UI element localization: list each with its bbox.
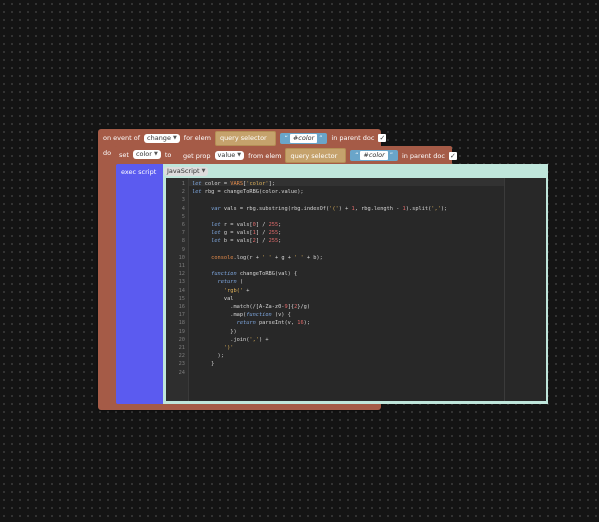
query-selector-block[interactable]: query selector	[214, 130, 276, 146]
code-line[interactable]: return parseInt(v, 16);	[192, 319, 310, 327]
code-line[interactable]	[192, 196, 195, 204]
line-number: 14	[178, 287, 185, 294]
for-elem-label: for elem	[183, 134, 211, 142]
event-dropdown[interactable]: change ▼	[144, 133, 180, 143]
set-label: set	[119, 150, 129, 159]
query-selector-label: query selector	[219, 134, 267, 142]
line-number: 21	[178, 345, 185, 351]
code-line[interactable]: console.log(r + ' ' + g + ' ' + b);	[192, 254, 323, 262]
code-line[interactable]: .match(/[A-Za-z0-9]{2}/g)	[192, 303, 310, 311]
line-number: 11	[178, 263, 185, 269]
code-line[interactable]: let r = vals[0] / 255;	[192, 221, 281, 229]
print-margin	[504, 178, 505, 401]
code-line[interactable]: let b = vals[2] / 255;	[192, 237, 281, 245]
variable-dropdown[interactable]: color ▼	[132, 150, 161, 159]
selector-text-block[interactable]: “ #color ”	[350, 150, 398, 161]
in-parent-checkbox[interactable]: ✓	[378, 134, 387, 142]
code-line[interactable]: let g = vals[1] / 255;	[192, 229, 281, 237]
line-number: 16	[178, 304, 185, 310]
line-number: 22	[178, 353, 185, 360]
set-row: set color ▼ to	[119, 148, 175, 161]
line-number: 20	[178, 336, 185, 343]
code-line[interactable]	[192, 369, 195, 377]
line-number: 5	[181, 213, 185, 220]
event-label: on event of	[103, 134, 141, 142]
code-line[interactable]: let rbg = changeToRBG(color.value);	[192, 188, 304, 196]
line-number: 2	[181, 189, 185, 196]
line-number: 6	[181, 222, 185, 228]
code-editor[interactable]: 1 2 3 4 5 6 7 8 9 10 11 12 13 14 15 16 17 18 19 20 21 22 23 24 …	[166, 178, 546, 401]
code-line[interactable]: let color = VARS['color'];	[192, 180, 275, 188]
query-selector-label: query selector	[290, 151, 338, 160]
selector-text-block[interactable]: “ #color ”	[279, 132, 328, 144]
prop-dropdown-value: value	[217, 151, 236, 159]
code-line[interactable]: function changeToRBG(val) {	[192, 270, 297, 278]
code-line[interactable]: var vals = rbg.substring(rbg.indexOf('('…	[192, 205, 447, 213]
from-elem-label: from elem	[248, 151, 282, 160]
in-parent-label: in parent doc	[401, 151, 445, 160]
chevron-down-icon: ▼	[172, 134, 177, 141]
line-number: 15	[178, 295, 185, 302]
in-parent-checkbox[interactable]: ✓	[448, 151, 457, 160]
selector-input[interactable]: #color	[360, 151, 388, 160]
line-number: 17	[178, 312, 185, 319]
chevron-down-icon: ▼	[153, 151, 158, 157]
line-number: 3	[181, 197, 185, 204]
to-label: to	[164, 150, 172, 159]
code-line[interactable]: }	[192, 360, 214, 368]
quote-open-icon: “	[284, 134, 288, 142]
quote-close-icon: ”	[389, 152, 393, 159]
code-line[interactable]: .map(function (v) {	[192, 311, 291, 319]
code-line[interactable]: 'rgb(' +	[192, 287, 250, 295]
exec-script-row: exec script	[121, 166, 160, 177]
line-number: 10	[178, 254, 185, 261]
chevron-down-icon: ▼	[237, 152, 242, 158]
event-dropdown-value: change	[147, 133, 171, 142]
line-number: 7	[181, 230, 185, 237]
line-number: 13	[178, 279, 185, 286]
language-dropdown-value: JavaScript	[167, 167, 200, 175]
language-dropdown[interactable]: JavaScript ▼	[164, 167, 209, 176]
quote-close-icon: ”	[319, 134, 323, 142]
get-prop-label: get prop	[183, 151, 211, 160]
line-number: 19	[178, 328, 185, 335]
variable-dropdown-value: color	[135, 150, 152, 158]
exec-script-label: exec script	[121, 167, 157, 176]
line-number: 23	[178, 361, 185, 368]
line-number: 1	[181, 181, 185, 187]
line-number: 4	[181, 205, 185, 212]
code-line[interactable]: val	[192, 295, 234, 303]
quote-open-icon: “	[355, 152, 359, 159]
line-number: 18	[178, 320, 185, 327]
code-line[interactable]: })	[192, 328, 236, 336]
do-label: do	[103, 149, 112, 157]
code-line[interactable]: .join(',') +	[192, 336, 268, 344]
line-number: 8	[181, 238, 185, 245]
selector-input[interactable]: #color	[289, 133, 318, 143]
line-number: 9	[181, 246, 185, 253]
code-line[interactable]	[192, 262, 195, 270]
do-row: do	[103, 149, 115, 157]
line-number: 24	[178, 369, 185, 376]
line-number-gutter: 1 2 3 4 5 6 7 8 9 10 11 12 13 14 15 16 17 18 19 20 21 22 23 24	[166, 178, 189, 401]
chevron-down-icon: ▼	[201, 168, 206, 174]
event-header-row: on event of change ▼ for elem query selec…	[103, 130, 387, 146]
line-number: 12	[178, 271, 185, 278]
prop-dropdown[interactable]: value ▼	[214, 151, 245, 160]
language-row: JavaScript ▼	[164, 166, 212, 177]
query-selector-block[interactable]: query selector	[285, 148, 347, 163]
code-line[interactable]	[192, 213, 195, 221]
in-parent-label: in parent doc	[331, 134, 375, 142]
code-line[interactable]: );	[192, 352, 224, 360]
get-prop-row: get prop value ▼ from elem query selector…	[183, 148, 457, 163]
code-line[interactable]: ')'	[192, 344, 234, 352]
code-line[interactable]: return (	[192, 278, 244, 286]
code-line[interactable]	[192, 246, 195, 254]
